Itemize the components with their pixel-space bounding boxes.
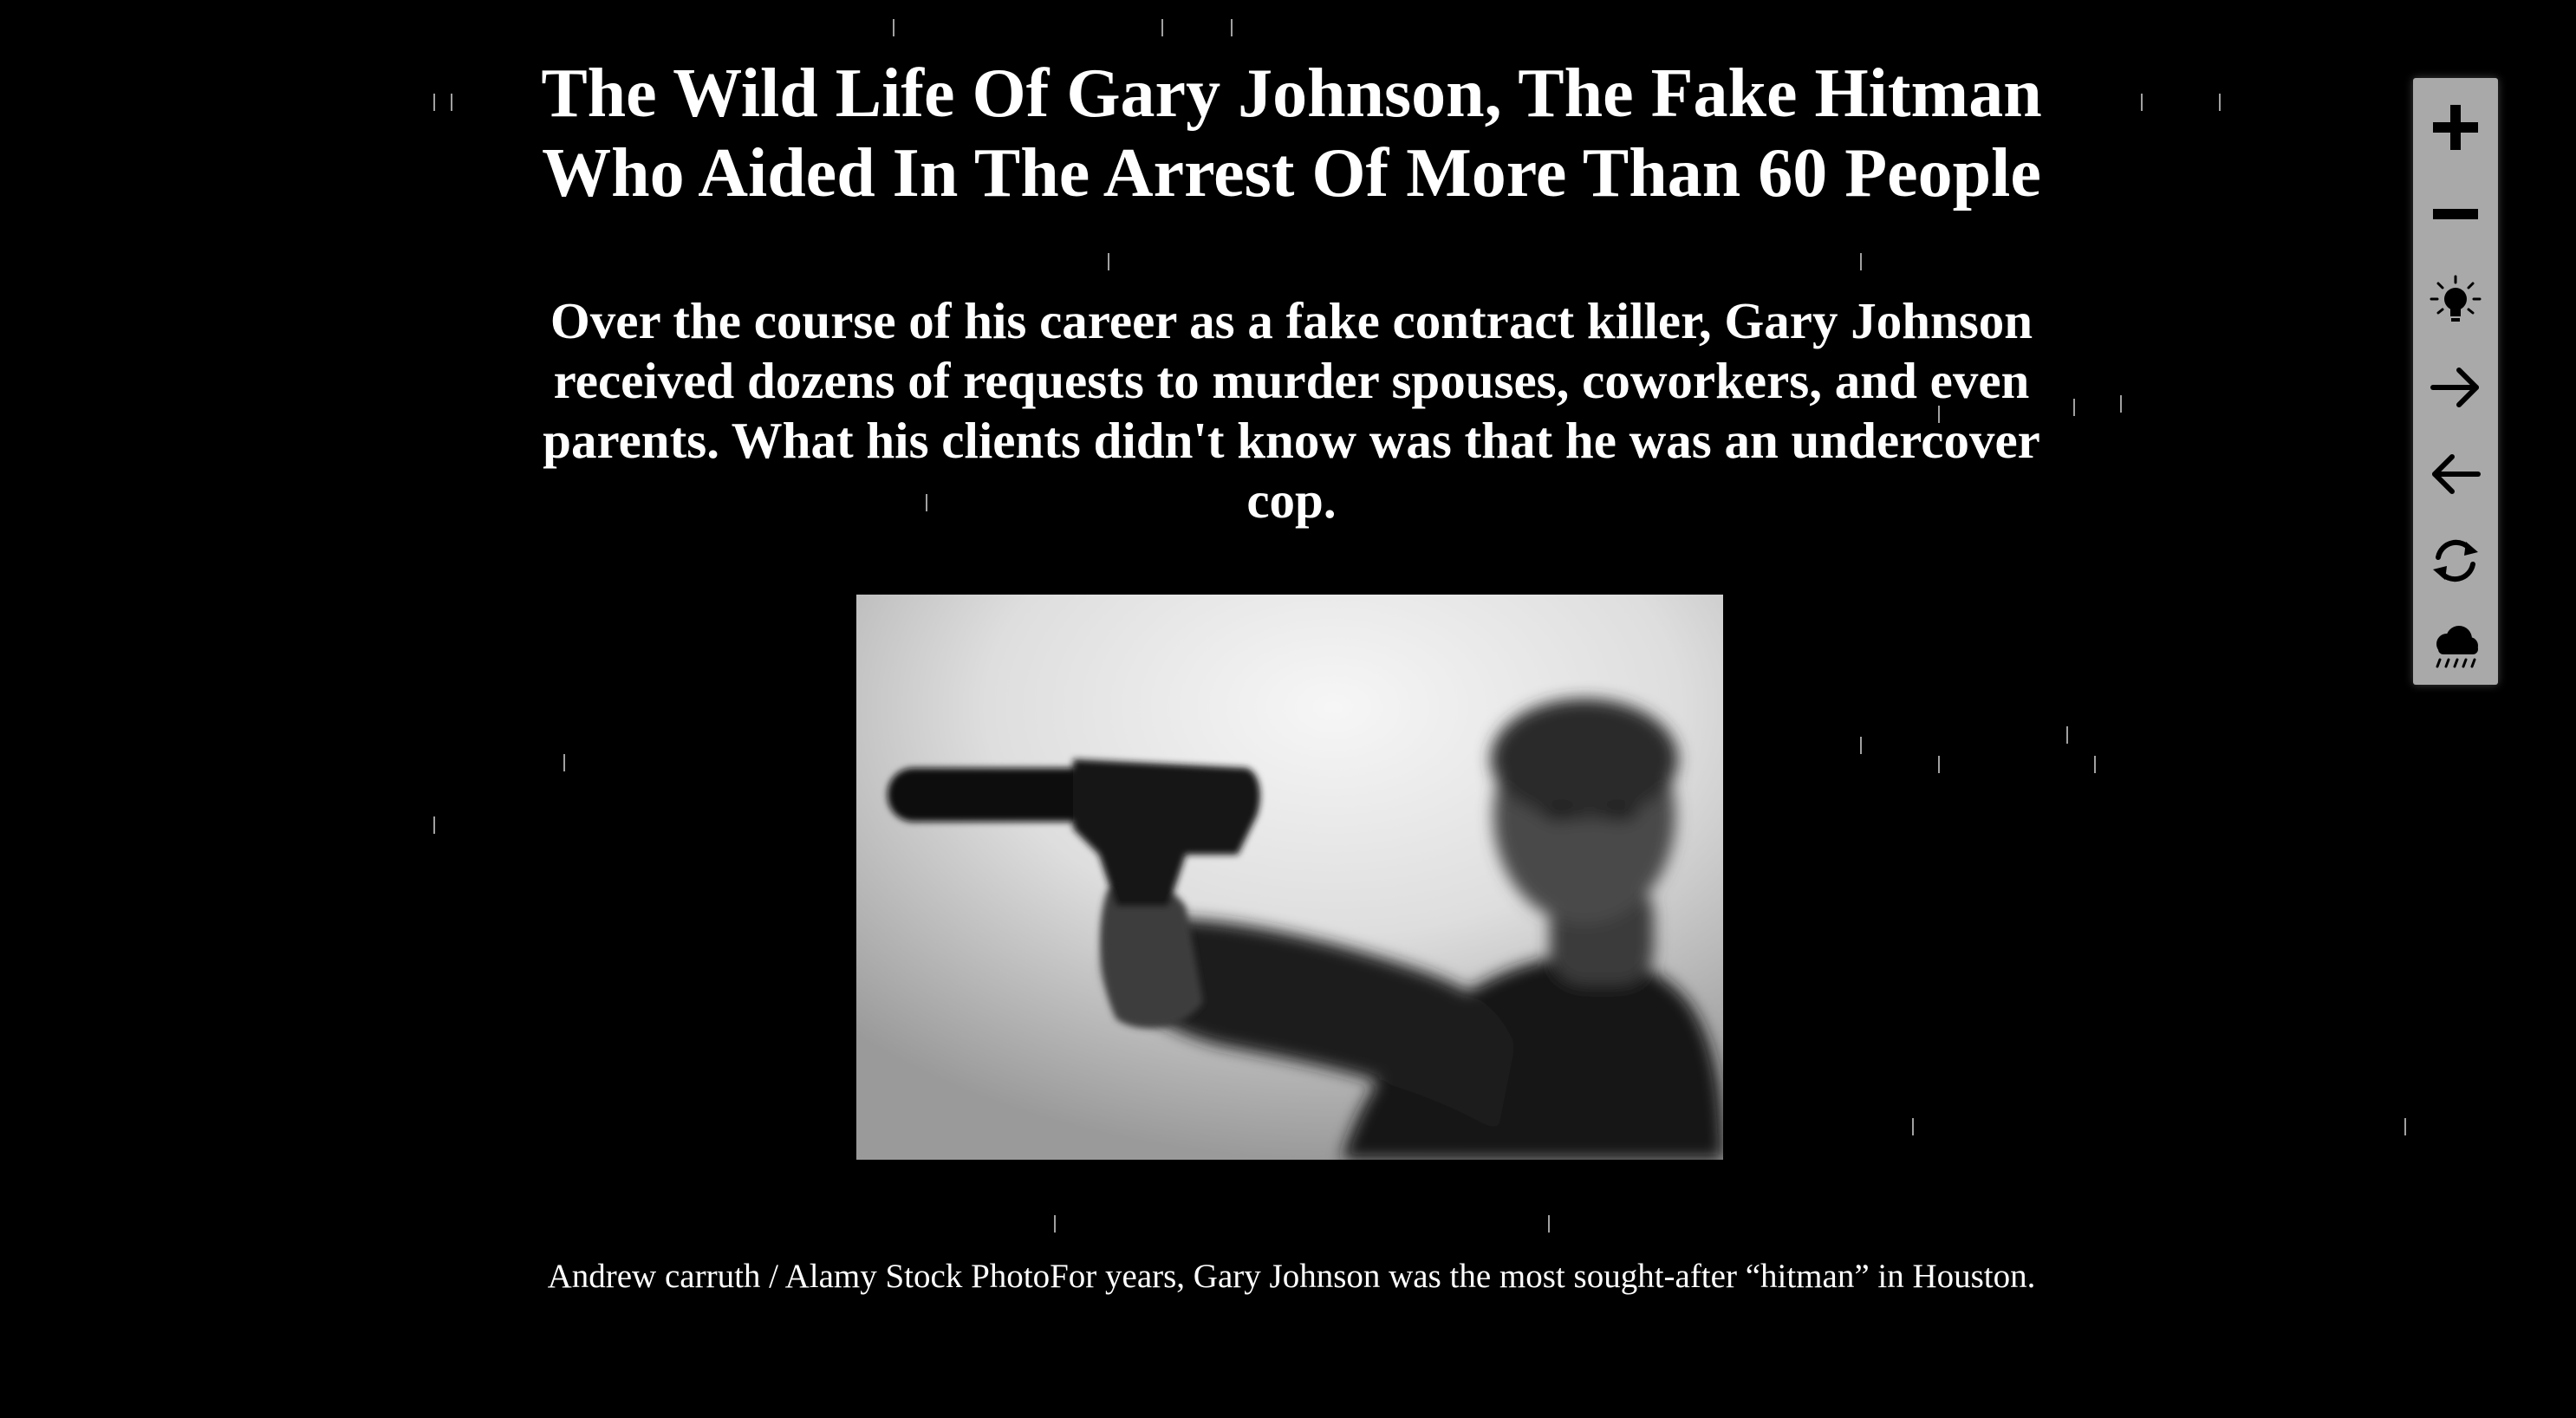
article-photo bbox=[856, 595, 1723, 1160]
rain-drop bbox=[2141, 94, 2143, 111]
rain-drop bbox=[1231, 19, 1233, 36]
plus-icon bbox=[2433, 105, 2478, 150]
rain-drop bbox=[893, 19, 894, 36]
rain-toggle-button[interactable] bbox=[2425, 617, 2486, 678]
zoom-in-button[interactable] bbox=[2425, 97, 2486, 158]
article-dek: Over the course of his career as a fake … bbox=[543, 292, 2040, 529]
refresh-button[interactable] bbox=[2425, 530, 2486, 591]
rain-drop bbox=[2094, 756, 2096, 773]
rain-drop bbox=[433, 94, 435, 111]
photo-caption: Andrew carruth / Alamy Stock PhotoFor ye… bbox=[547, 1258, 2036, 1295]
rain-drop bbox=[451, 94, 452, 111]
rain-drop bbox=[1938, 756, 1940, 773]
lightbulb-icon bbox=[2430, 275, 2482, 322]
rain-drop bbox=[2219, 94, 2221, 111]
arrow-left-icon bbox=[2432, 454, 2481, 494]
zoom-out-button[interactable] bbox=[2425, 184, 2486, 244]
refresh-icon bbox=[2433, 539, 2478, 582]
rain-drop bbox=[1548, 1215, 1550, 1233]
rain-drop bbox=[1161, 19, 1163, 36]
rain-drop bbox=[2066, 726, 2068, 744]
rain-drop bbox=[1912, 1118, 1914, 1135]
rain-drop bbox=[1860, 737, 1862, 754]
reader-toolbar bbox=[2413, 78, 2498, 685]
next-button[interactable] bbox=[2425, 357, 2486, 418]
rain-drop bbox=[2404, 1118, 2406, 1135]
previous-button[interactable] bbox=[2425, 444, 2486, 504]
rain-drop bbox=[433, 816, 435, 834]
rain-drop bbox=[2073, 399, 2075, 416]
light-toggle-button[interactable] bbox=[2425, 270, 2486, 331]
minus-icon bbox=[2433, 209, 2478, 219]
rain-drop bbox=[1860, 253, 1862, 270]
rain-cloud-icon bbox=[2436, 626, 2478, 668]
arrow-right-icon bbox=[2430, 368, 2479, 407]
rain-drop bbox=[1054, 1215, 1056, 1233]
rain-drop bbox=[2120, 395, 2122, 413]
rain-drop bbox=[1108, 253, 1109, 270]
article-headline: The Wild Life Of Gary Johnson, The Fake … bbox=[541, 55, 2042, 211]
rain-drop bbox=[563, 754, 565, 771]
